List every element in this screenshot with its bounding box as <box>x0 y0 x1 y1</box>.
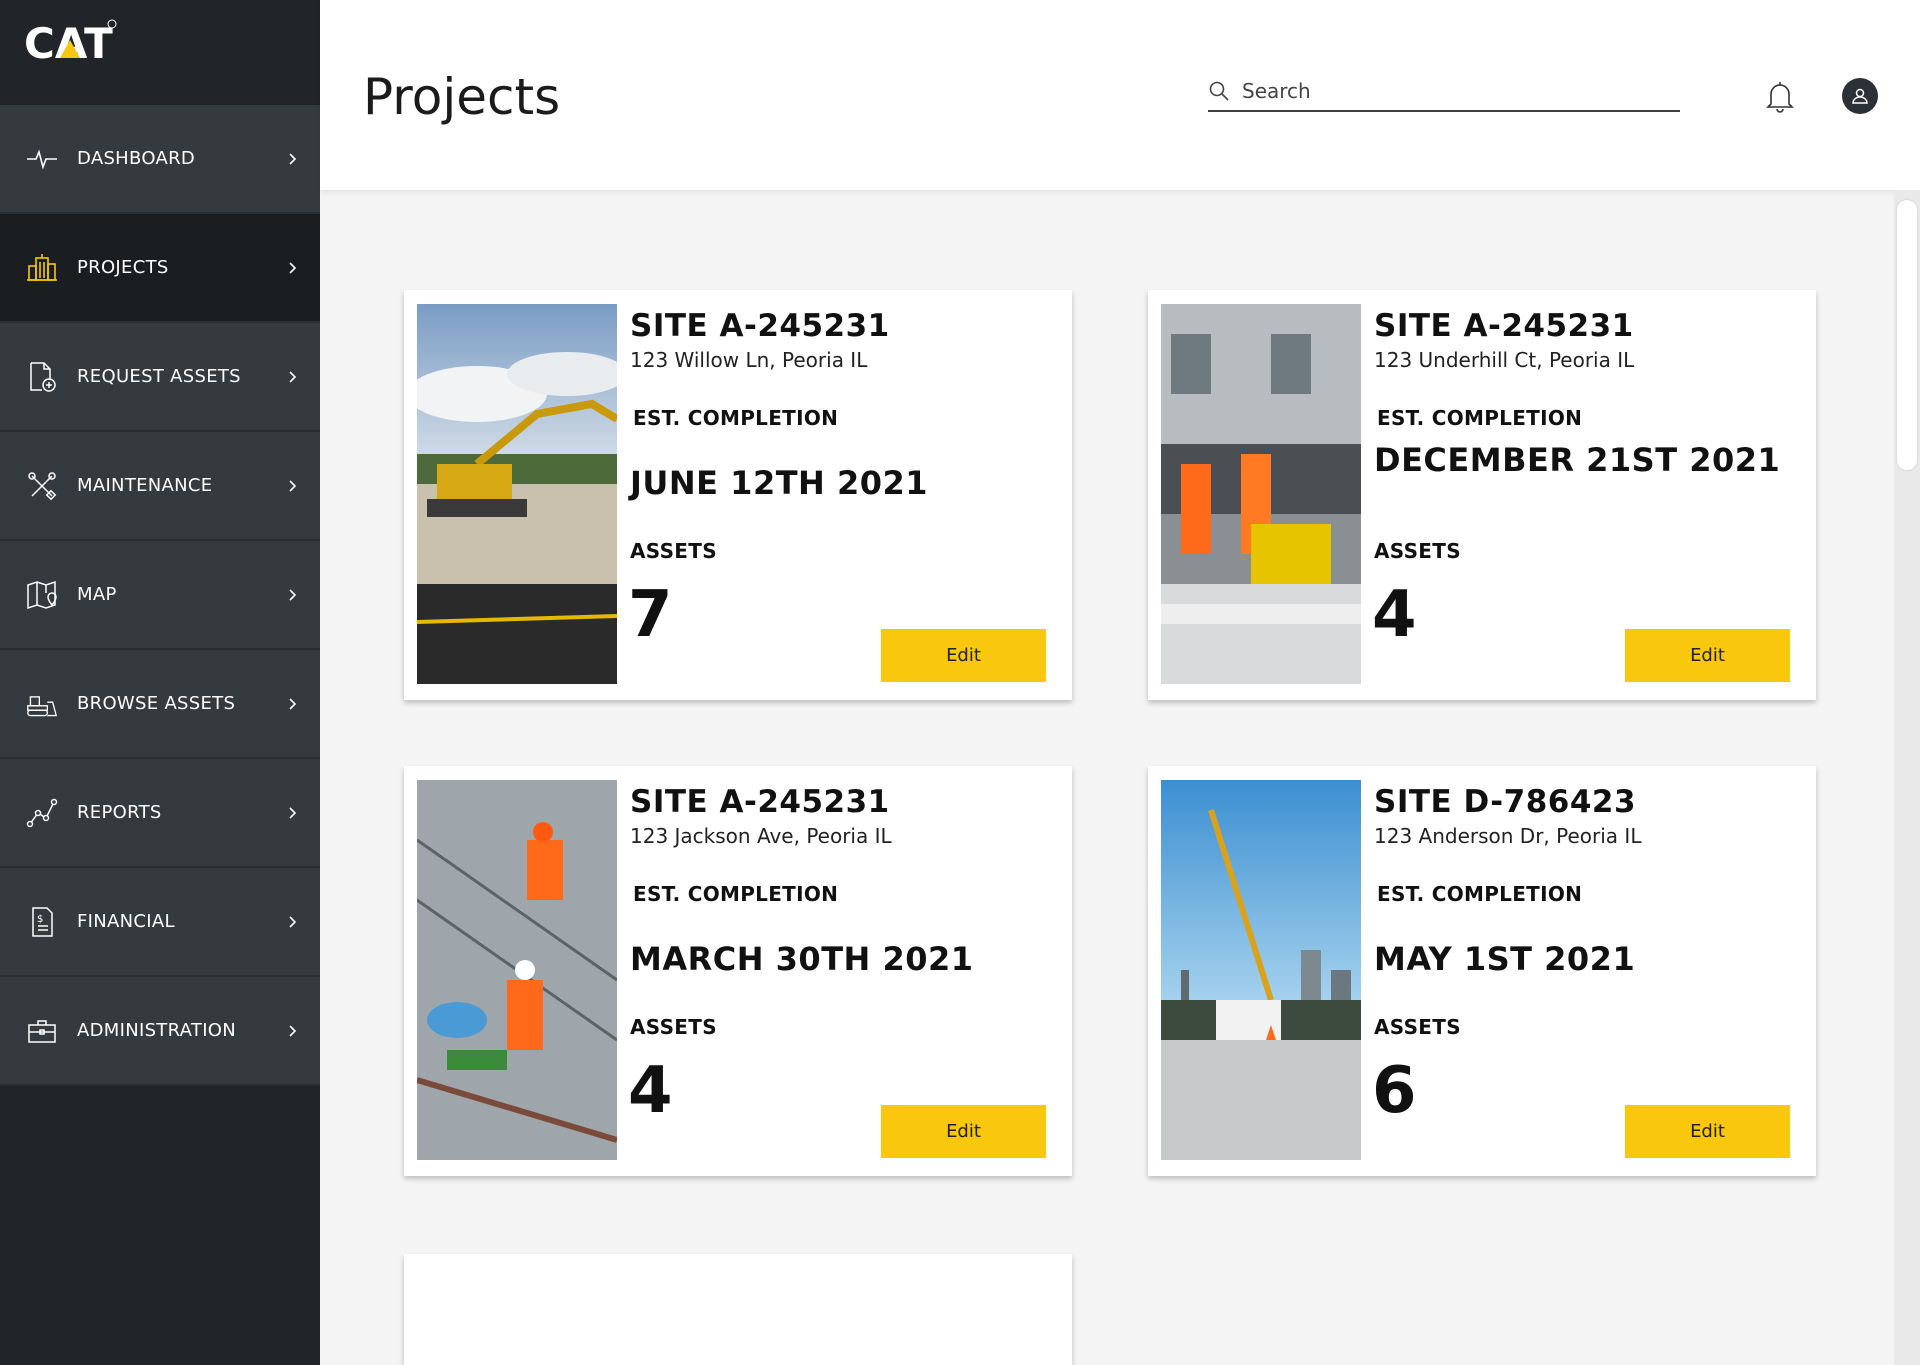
sidebar-item-label: PROJECTS <box>77 257 169 278</box>
edit-button[interactable]: Edit <box>1625 1105 1790 1158</box>
site-name: SITE A-245231 <box>630 308 890 344</box>
est-completion-label: EST. COMPLETION <box>633 406 839 430</box>
sidebar-nav: DASHBOARD PROJECTS REQUEST ASSETS MAINTE… <box>0 105 320 1086</box>
project-card: SITE D-786423 123 Anderson Dr, Peoria IL… <box>1148 766 1816 1176</box>
sidebar-item-maintenance[interactable]: MAINTENANCE <box>0 432 320 541</box>
construction-workers-photo <box>417 780 617 1160</box>
notifications-button[interactable] <box>1763 78 1797 114</box>
road-workers-photo <box>1161 304 1361 684</box>
sidebar-item-request-assets[interactable]: REQUEST ASSETS <box>0 323 320 432</box>
chevron-right-icon <box>289 152 297 165</box>
chevron-right-icon <box>289 915 297 928</box>
sidebar-item-map[interactable]: MAP <box>0 541 320 650</box>
sidebar-item-label: REQUEST ASSETS <box>77 366 241 387</box>
document-add-icon <box>26 361 58 393</box>
est-completion-date: MAY 1ST 2021 <box>1374 940 1636 978</box>
top-header: Projects <box>320 0 1920 190</box>
project-card: SITE A-245231 123 Jackson Ave, Peoria IL… <box>404 766 1072 1176</box>
est-completion-label: EST. COMPLETION <box>1377 406 1583 430</box>
invoice-icon: $ <box>26 906 58 938</box>
sidebar-item-browse-assets[interactable]: BROWSE ASSETS <box>0 650 320 759</box>
sidebar-item-label: MAINTENANCE <box>77 475 213 496</box>
est-completion-date: MARCH 30TH 2021 <box>630 940 974 978</box>
assets-label: ASSETS <box>630 1015 717 1039</box>
site-address: 123 Willow Ln, Peoria IL <box>630 348 868 372</box>
briefcase-icon <box>26 1015 58 1047</box>
sidebar-item-reports[interactable]: REPORTS <box>0 759 320 868</box>
excavator-photo <box>417 304 617 684</box>
est-completion-label: EST. COMPLETION <box>1377 882 1583 906</box>
cat-logo[interactable]: CAT <box>24 14 120 70</box>
chevron-right-icon <box>289 697 297 710</box>
chevron-right-icon <box>289 1024 297 1037</box>
assets-count: 6 <box>1372 1054 1417 1128</box>
chevron-right-icon <box>289 370 297 383</box>
sidebar-item-dashboard[interactable]: DASHBOARD <box>0 105 320 214</box>
sidebar-item-label: REPORTS <box>77 802 162 823</box>
est-completion-label: EST. COMPLETION <box>633 882 839 906</box>
est-completion-date: JUNE 12TH 2021 <box>630 464 929 502</box>
edit-button[interactable]: Edit <box>1625 629 1790 682</box>
chevron-right-icon <box>289 588 297 601</box>
map-icon <box>26 579 58 611</box>
est-completion-date: DECEMBER 21ST 2021 <box>1374 441 1781 479</box>
assets-label: ASSETS <box>1374 1015 1461 1039</box>
project-card-partial <box>404 1254 1072 1365</box>
site-address: 123 Underhill Ct, Peoria IL <box>1374 348 1635 372</box>
assets-count: 4 <box>1372 578 1417 652</box>
svg-text:$: $ <box>37 914 43 925</box>
chevron-right-icon <box>289 806 297 819</box>
pulse-icon <box>26 143 58 175</box>
sidebar-item-administration[interactable]: ADMINISTRATION <box>0 977 320 1086</box>
scrollbar-thumb[interactable] <box>1897 200 1917 470</box>
project-card: SITE A-245231 123 Underhill Ct, Peoria I… <box>1148 290 1816 700</box>
site-name: SITE D-786423 <box>1374 784 1637 820</box>
sidebar-item-label: DASHBOARD <box>77 148 196 169</box>
sidebar-item-label: BROWSE ASSETS <box>77 693 236 714</box>
search-input[interactable] <box>1242 76 1672 106</box>
sidebar: CAT DASHBOARD PROJECTS REQUEST AS <box>0 0 320 1365</box>
search-icon <box>1209 81 1229 101</box>
assets-count: 4 <box>628 1054 673 1128</box>
project-card: SITE A-245231 123 Willow Ln, Peoria IL E… <box>404 290 1072 700</box>
buildings-icon <box>26 252 58 284</box>
bulldozer-icon <box>26 688 58 720</box>
site-name: SITE A-245231 <box>630 784 890 820</box>
user-icon <box>1852 88 1868 104</box>
assets-label: ASSETS <box>1374 539 1461 563</box>
site-address: 123 Jackson Ave, Peoria IL <box>630 824 892 848</box>
sidebar-item-financial[interactable]: $ FINANCIAL <box>0 868 320 977</box>
site-address: 123 Anderson Dr, Peoria IL <box>1374 824 1642 848</box>
tools-icon <box>26 470 58 502</box>
line-graph-icon <box>26 797 58 829</box>
sidebar-item-label: ADMINISTRATION <box>77 1020 237 1041</box>
assets-count: 7 <box>628 578 673 652</box>
edit-button[interactable]: Edit <box>881 629 1046 682</box>
sidebar-item-label: FINANCIAL <box>77 911 175 932</box>
page-title: Projects <box>363 68 561 126</box>
site-name: SITE A-245231 <box>1374 308 1634 344</box>
user-avatar-button[interactable] <box>1842 78 1878 114</box>
search-bar[interactable] <box>1208 72 1680 112</box>
sidebar-item-projects[interactable]: PROJECTS <box>0 214 320 323</box>
chevron-right-icon <box>289 261 297 274</box>
sidebar-item-label: MAP <box>77 584 117 605</box>
assets-label: ASSETS <box>630 539 717 563</box>
edit-button[interactable]: Edit <box>881 1105 1046 1158</box>
chevron-right-icon <box>289 479 297 492</box>
crane-site-photo <box>1161 780 1361 1160</box>
bell-icon <box>1766 82 1794 113</box>
